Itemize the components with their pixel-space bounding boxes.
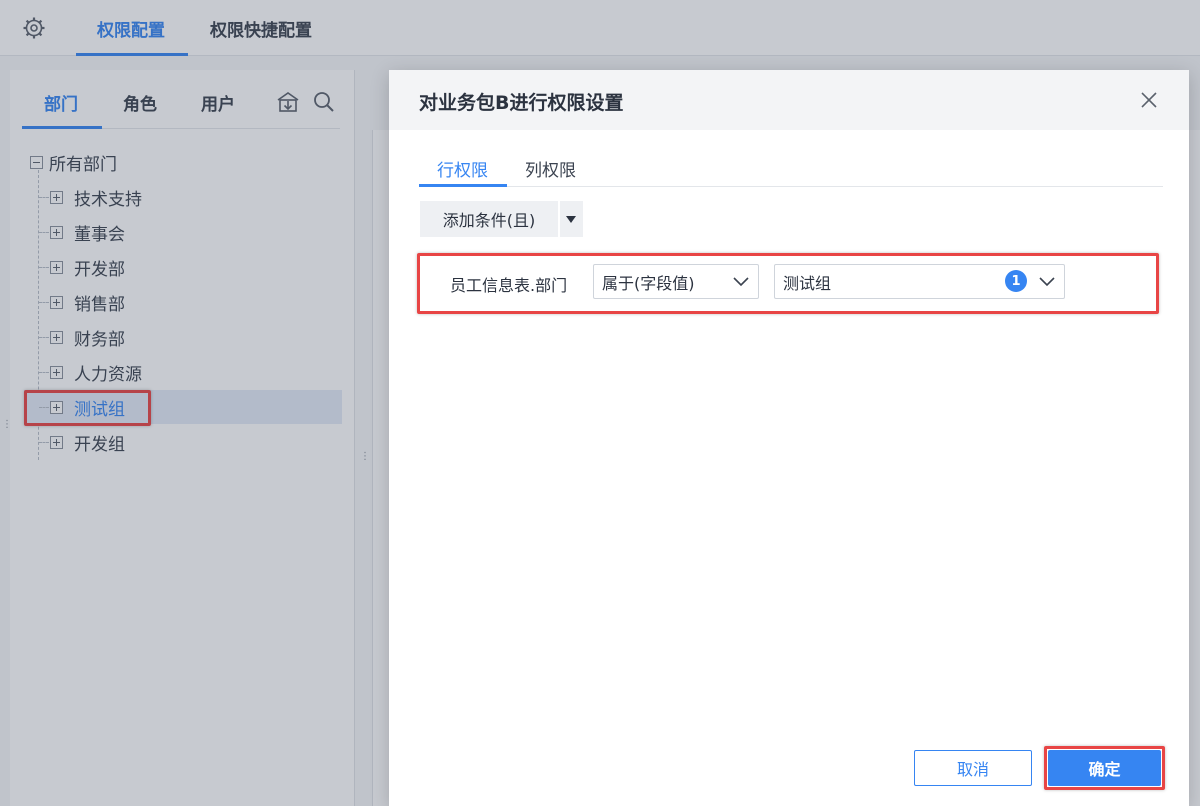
tab-column-permission[interactable]: 列权限 [525, 156, 576, 181]
cancel-button[interactable]: 取消 [914, 750, 1032, 786]
tab-row-permission[interactable]: 行权限 [437, 156, 488, 181]
selected-value: 测试组 [783, 273, 832, 293]
selected-count-badge: 1 [1005, 270, 1027, 292]
add-condition-button[interactable]: 添加条件(且) [420, 201, 558, 237]
chevron-down-icon[interactable] [733, 277, 749, 287]
permission-dialog: 对业务包B进行权限设置 行权限 列权限 添加条件(且) 员工信息表.部门 属于(… [389, 70, 1189, 806]
close-icon[interactable] [1139, 90, 1159, 110]
active-tab-indicator [419, 184, 507, 187]
confirm-button[interactable]: 确定 [1048, 750, 1161, 786]
dialog-title: 对业务包B进行权限设置 [419, 92, 624, 114]
condition-field-label: 员工信息表.部门 [450, 276, 568, 295]
tab-divider [419, 186, 1163, 187]
dialog-header: 对业务包B进行权限设置 [389, 70, 1189, 130]
operator-value: 属于(字段值) [602, 273, 695, 293]
chevron-down-icon[interactable] [1039, 277, 1055, 287]
add-condition-dropdown[interactable] [560, 201, 583, 237]
